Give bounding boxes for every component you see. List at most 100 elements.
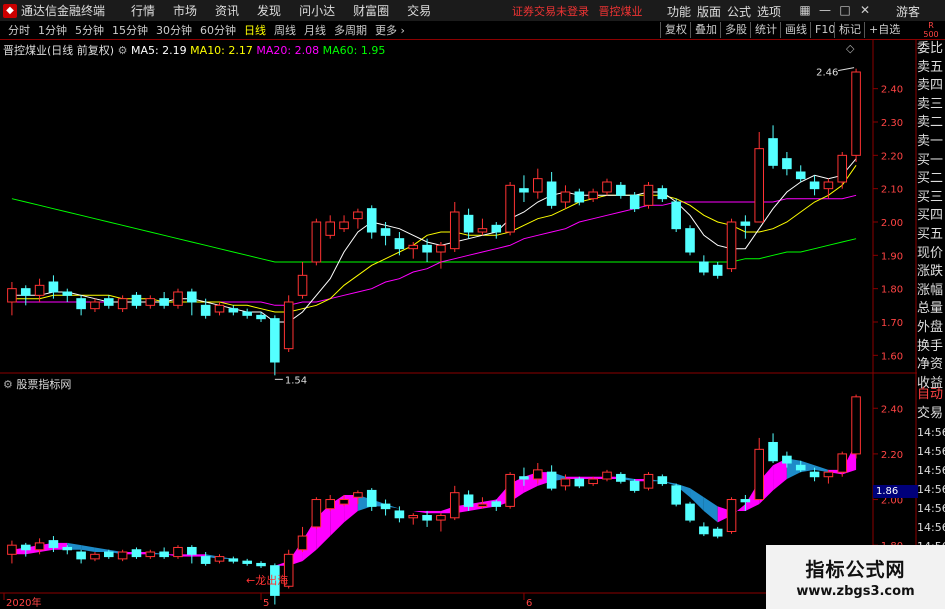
main-candle-body: [117, 298, 128, 310]
quote-side-panel: 委比 卖五 卖四 卖三 卖二 卖一 买一 买二 买三 买四 买五 现价 涨跌 涨幅 总量 外盘 换手 净资 收益: [917, 40, 945, 430]
menu-hangqing[interactable]: 行情: [131, 2, 155, 19]
main-candle-body: [159, 298, 169, 306]
price-tick-label: 2.30: [881, 118, 903, 129]
lower-candle-body: [200, 556, 211, 564]
side-item-0: 委比: [917, 41, 944, 56]
lower-candle-body: [173, 546, 183, 558]
tab-more[interactable]: 更多 ›: [375, 22, 405, 38]
main-candle-body: [173, 291, 183, 306]
main-candle-body: [62, 291, 73, 296]
lower-candle-body: [408, 515, 419, 519]
close-icon[interactable]: ✕: [858, 3, 872, 17]
menu-jiaoyi[interactable]: 交易: [407, 2, 431, 19]
tab-5min[interactable]: 5分钟: [75, 22, 104, 38]
side-item-14: 总量: [917, 301, 944, 317]
main-candle-body: [837, 154, 848, 183]
menu-zixun[interactable]: 资讯: [215, 2, 239, 19]
lower-side-item-3: 14:56: [917, 445, 945, 458]
tab-60min[interactable]: 60分钟: [200, 22, 236, 38]
tab-weekly[interactable]: 周线: [274, 22, 296, 38]
lower-candle-body: [90, 553, 100, 560]
lower-candle-body: [837, 453, 848, 473]
main-candle-body: [519, 188, 529, 193]
xaxis-label: 5: [263, 598, 269, 609]
main-candle-body: [408, 244, 419, 250]
stock-title: 晋控煤业(日线 前复权): [3, 44, 115, 57]
tab-multi-period[interactable]: 多周期: [334, 22, 367, 38]
tab-1min[interactable]: 1分钟: [38, 22, 67, 38]
lower-candle-body: [726, 499, 737, 532]
tab-more-label: 更多: [375, 24, 397, 37]
lower-candle-body: [311, 499, 322, 528]
side-item-1: 卖五: [917, 59, 944, 75]
lower-candle-body: [422, 515, 432, 521]
menu-wenxiaoda[interactable]: 问小达: [299, 2, 335, 19]
main-candle-body: [463, 214, 474, 233]
indicator-name: 股票指标网: [16, 378, 72, 391]
main-candle-body: [436, 244, 446, 253]
ribbon-segment: [703, 497, 718, 523]
fuquan-button[interactable]: 复权: [660, 22, 691, 38]
menu-banmian[interactable]: 版面: [697, 3, 721, 20]
multi-stock-button[interactable]: 多股: [720, 22, 751, 38]
diamond-icon: ◇: [846, 42, 855, 55]
side-item-13: 涨幅: [917, 282, 944, 298]
main-candle-body: [380, 228, 391, 236]
minimize-icon[interactable]: —: [818, 3, 832, 17]
high-price-label: 2.46: [816, 68, 838, 79]
main-candle-body: [7, 288, 17, 303]
menu-gongshi[interactable]: 公式: [727, 3, 751, 20]
side-item-5: 卖一: [917, 133, 944, 149]
menu-caifuquan[interactable]: 财富圈: [353, 2, 389, 19]
main-candle-body: [256, 314, 266, 320]
lower-candle-body: [851, 396, 861, 455]
tab-monthly[interactable]: 月线: [304, 22, 326, 38]
tab-fenshi[interactable]: 分时: [8, 22, 30, 38]
stock-short-name: 晋控煤业: [598, 5, 643, 18]
broker-status[interactable]: 证券交易未登录 晋控煤业: [512, 3, 643, 19]
lower-side-item-1[interactable]: 交易: [917, 404, 945, 423]
watermark-cn: 指标公式网: [805, 559, 906, 581]
menu-grid-icon[interactable]: ▦: [798, 3, 812, 17]
lower-candle-body: [131, 549, 142, 558]
main-candle-body: [339, 221, 349, 230]
lower-candle-body: [740, 499, 751, 503]
add-watchlist-button[interactable]: +自选: [864, 22, 904, 38]
menu-shichang[interactable]: 市场: [173, 2, 197, 19]
corner-bottom-label: 500: [923, 30, 939, 39]
side-item-2: 卖四: [917, 78, 944, 94]
maximize-icon[interactable]: □: [838, 3, 852, 17]
lower-candle-body: [325, 499, 335, 510]
mark-button[interactable]: 标记: [834, 22, 865, 38]
draw-line-button[interactable]: 画线: [780, 22, 811, 38]
overlay-button[interactable]: 叠加: [690, 22, 721, 38]
main-candle-body: [20, 288, 31, 296]
kline-chart[interactable]: 2.40 2.30 2.20 2.10 2.00 1.90 1.80 1.70 1.60 2.40…: [0, 40, 917, 609]
side-item-6: 买一: [917, 152, 944, 168]
lower-candle-body: [104, 551, 114, 558]
main-candle-body: [643, 184, 654, 206]
side-item-8: 买三: [917, 189, 944, 205]
tab-daily[interactable]: 日线: [244, 22, 266, 38]
price-tick-label: 2.40: [881, 85, 903, 96]
tab-30min[interactable]: 30分钟: [156, 22, 192, 38]
main-candle-body: [809, 181, 820, 190]
statistics-button[interactable]: 统计: [750, 22, 781, 38]
lower-candle-body: [795, 464, 806, 471]
menu-xuanxiang[interactable]: 选项: [757, 3, 781, 20]
app-title: 通达信金融终端: [21, 4, 106, 18]
menu-gongneng[interactable]: 功能: [667, 3, 691, 20]
menu-faxian[interactable]: 发现: [257, 2, 281, 19]
chevron-right-icon: ›: [397, 24, 405, 37]
lower-side-item-0[interactable]: 自动: [917, 385, 945, 404]
indicator-title: ⚙ 股票指标网: [3, 376, 71, 392]
guest-label[interactable]: 游客: [896, 3, 920, 20]
main-candle-body: [283, 301, 294, 350]
main-candle-body: [657, 188, 668, 200]
settings-gear-icon[interactable]: ⚙: [118, 44, 131, 57]
indicator-gear-icon[interactable]: ⚙: [3, 378, 16, 391]
lower-candle-body: [145, 551, 156, 558]
main-candle-body: [200, 304, 211, 316]
tab-15min[interactable]: 15分钟: [112, 22, 148, 38]
main-candle-body: [90, 301, 100, 310]
